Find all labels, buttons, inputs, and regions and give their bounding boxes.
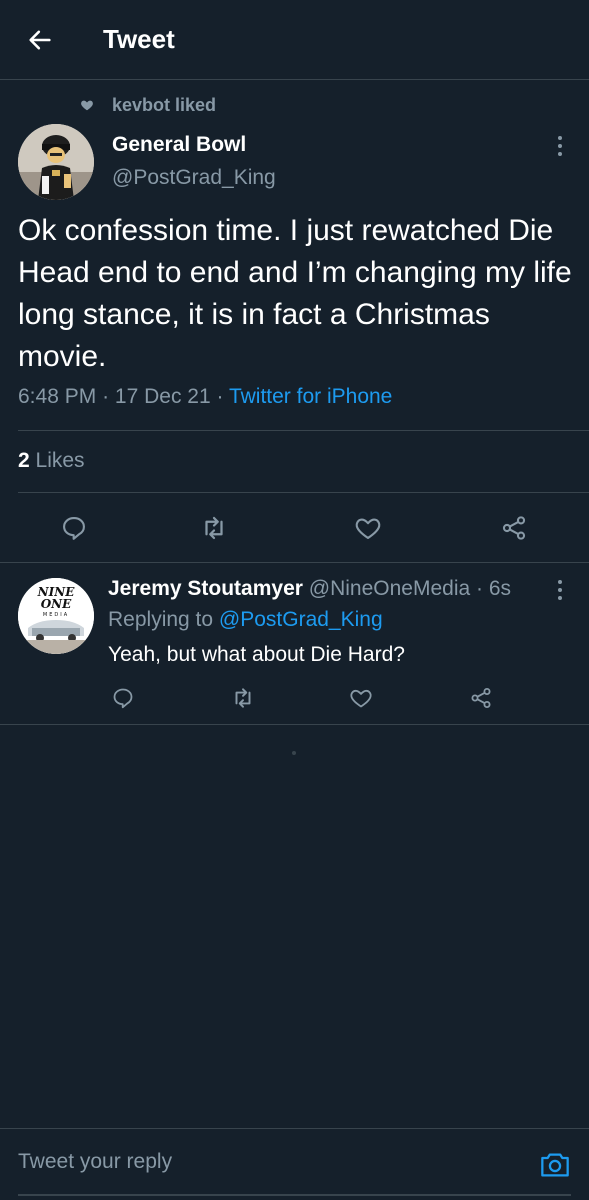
retweet-icon bbox=[205, 516, 223, 540]
dot bbox=[558, 588, 562, 592]
loading-indicator bbox=[292, 751, 296, 755]
like-button[interactable] bbox=[350, 510, 386, 546]
nine-one-media-logo: NINE ONE MEDIA bbox=[18, 578, 94, 654]
reply-separator: · bbox=[476, 577, 484, 600]
reply-author-name[interactable]: Jeremy Stoutamyer bbox=[108, 577, 303, 600]
replying-to-label: Replying to bbox=[108, 608, 214, 631]
divider bbox=[18, 492, 589, 493]
tweet-time: 6:48 PM bbox=[18, 385, 97, 408]
reply-author-avatar[interactable]: NINE ONE MEDIA bbox=[18, 578, 94, 654]
divider bbox=[0, 562, 589, 563]
page-title: Tweet bbox=[103, 24, 175, 54]
more-options-button[interactable] bbox=[548, 134, 572, 158]
replying-to-mention[interactable]: @PostGrad_King bbox=[219, 608, 383, 631]
reply-retweet-button[interactable] bbox=[228, 683, 258, 713]
meta-separator: · bbox=[102, 385, 110, 408]
dot bbox=[558, 580, 562, 584]
share-icon bbox=[502, 516, 526, 540]
top-bar: Tweet bbox=[0, 0, 589, 80]
reply-age: 6s bbox=[488, 577, 512, 600]
dot bbox=[558, 152, 562, 156]
social-context-text: kevbot liked bbox=[112, 94, 217, 115]
tweet-detail-screen: Tweet kevbot liked General Bowl @PostGra… bbox=[0, 0, 589, 1200]
tweet-date: 17 Dec 21 bbox=[114, 385, 211, 408]
logo-text-line3: MEDIA bbox=[43, 612, 69, 618]
share-icon bbox=[471, 688, 491, 708]
tweet-source-link[interactable]: Twitter for iPhone bbox=[229, 385, 392, 408]
author-avatar[interactable] bbox=[18, 124, 94, 200]
comment-icon bbox=[63, 517, 85, 540]
reply-input[interactable] bbox=[18, 1150, 508, 1174]
likes-count: 2 bbox=[18, 449, 30, 472]
logo-text-line2: ONE bbox=[41, 597, 72, 611]
dot bbox=[558, 596, 562, 600]
retweet-button[interactable] bbox=[196, 510, 232, 546]
divider bbox=[0, 724, 589, 725]
tweet-text: Ok confession time. I just rewatched Die… bbox=[18, 214, 572, 373]
heart-icon bbox=[355, 518, 381, 539]
camera-icon bbox=[541, 1153, 569, 1177]
comment-icon bbox=[113, 688, 133, 709]
divider bbox=[18, 430, 589, 431]
reply-button[interactable] bbox=[56, 510, 92, 546]
reply-share-button[interactable] bbox=[466, 683, 496, 713]
arrow-left-icon bbox=[29, 30, 51, 50]
reply-author-handle[interactable]: @NineOneMedia bbox=[309, 577, 470, 600]
tweet-meta: 6:48 PM · 17 Dec 21 · Twitter for iPhone bbox=[18, 385, 392, 409]
divider bbox=[0, 1128, 589, 1129]
dot bbox=[558, 136, 562, 140]
likes-label: Likes bbox=[35, 449, 85, 472]
author-handle[interactable]: @PostGrad_King bbox=[112, 166, 276, 190]
reply-header: Jeremy Stoutamyer @NineOneMedia · 6s bbox=[108, 577, 511, 601]
heart-filled-icon bbox=[81, 100, 93, 111]
replying-to-line: Replying to @PostGrad_King bbox=[108, 608, 383, 632]
social-context: kevbot liked bbox=[80, 94, 216, 116]
dot bbox=[558, 144, 562, 148]
author-name[interactable]: General Bowl bbox=[112, 133, 246, 157]
back-button[interactable] bbox=[22, 22, 58, 58]
retweet-icon bbox=[235, 688, 251, 708]
heart-icon bbox=[350, 689, 372, 708]
likes-count-row[interactable]: 2 Likes bbox=[18, 449, 85, 473]
reply-like-button[interactable] bbox=[346, 683, 376, 713]
reply-input-underline bbox=[18, 1194, 571, 1196]
camera-button[interactable] bbox=[536, 1146, 574, 1182]
reply-more-options-button[interactable] bbox=[548, 578, 572, 602]
reply-reply-button[interactable] bbox=[108, 683, 138, 713]
reply-text: Yeah, but what about Die Hard? bbox=[108, 643, 405, 666]
meta-separator: · bbox=[216, 385, 224, 408]
avatar-image bbox=[18, 124, 94, 200]
share-button[interactable] bbox=[496, 510, 532, 546]
